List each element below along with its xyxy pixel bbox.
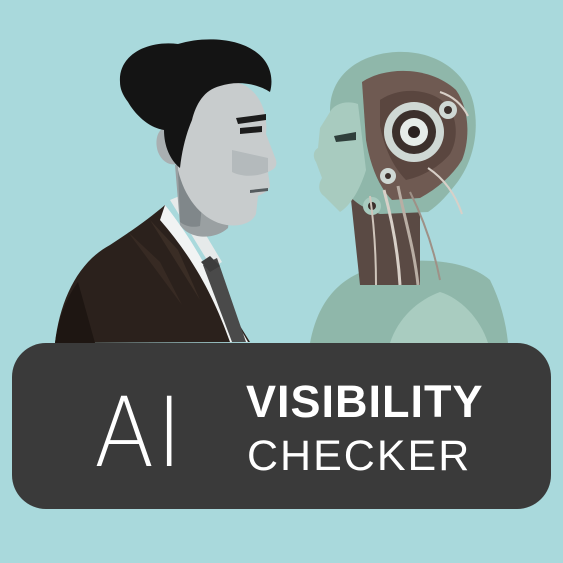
human-figure — [55, 39, 277, 343]
title-line-visibility: VISIBILITY — [246, 376, 484, 427]
robot-figure — [310, 51, 508, 343]
logo-canvas: AI VISIBILITY CHECKER — [0, 0, 563, 563]
ai-letters: AI — [94, 377, 185, 489]
title-line-checker: CHECKER — [247, 432, 472, 480]
